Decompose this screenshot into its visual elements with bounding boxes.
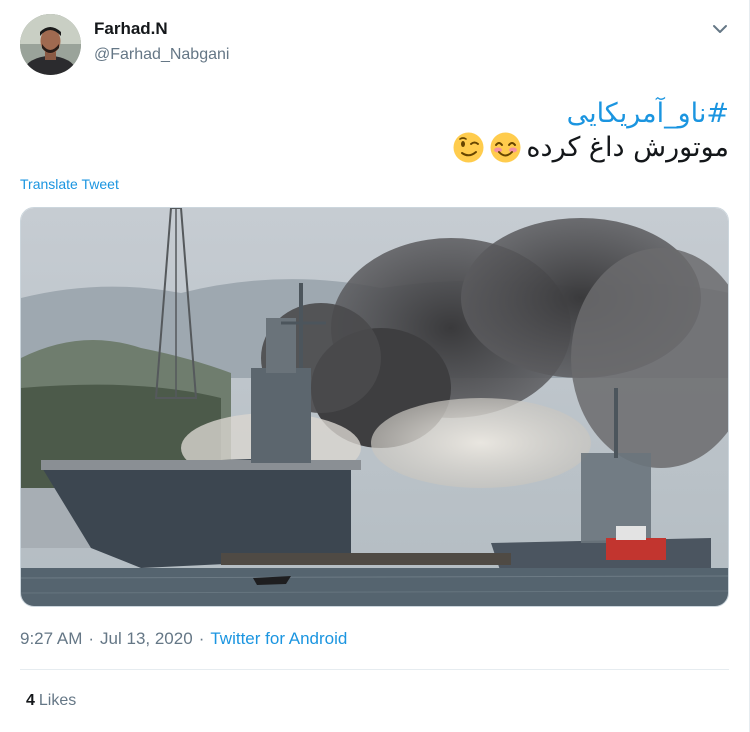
likes-count: 4 (26, 692, 35, 709)
meta-separator: · (88, 629, 95, 648)
hashtag-link[interactable]: #ناو_آمریکایی (567, 98, 729, 129)
author-name[interactable]: Farhad.N (94, 19, 168, 39)
divider (20, 669, 729, 670)
burning-ship-photo (21, 208, 728, 606)
author-avatar[interactable] (20, 14, 81, 75)
likes-label: Likes (38, 692, 77, 709)
translate-tweet-link[interactable]: Translate Tweet (20, 176, 119, 192)
tweet-time[interactable]: 9:27 AM (20, 629, 82, 649)
avatar-photo (20, 14, 81, 75)
tweet-text: موتورش داغ کرده (452, 131, 729, 164)
author-handle[interactable]: @Farhad_Nabgani (94, 46, 229, 64)
tweet-source-link[interactable]: Twitter for Android (210, 629, 347, 649)
tweet-detail: Farhad.N @Farhad_Nabgani #ناو_آمریکایی م… (0, 0, 750, 732)
tweet-text-body: موتورش داغ کرده (526, 132, 729, 163)
meta-separator: · (198, 629, 205, 648)
likes-count-link[interactable]: 4 Likes (26, 692, 76, 710)
winking-face-icon (452, 131, 485, 164)
tweet-meta: 9:27 AM · Jul 13, 2020 · Twitter for And… (20, 629, 347, 649)
more-options-chevron-icon[interactable] (709, 18, 731, 40)
smiling-face-icon (489, 131, 522, 164)
tweet-photo[interactable] (20, 207, 729, 607)
tweet-date[interactable]: Jul 13, 2020 (100, 629, 193, 649)
